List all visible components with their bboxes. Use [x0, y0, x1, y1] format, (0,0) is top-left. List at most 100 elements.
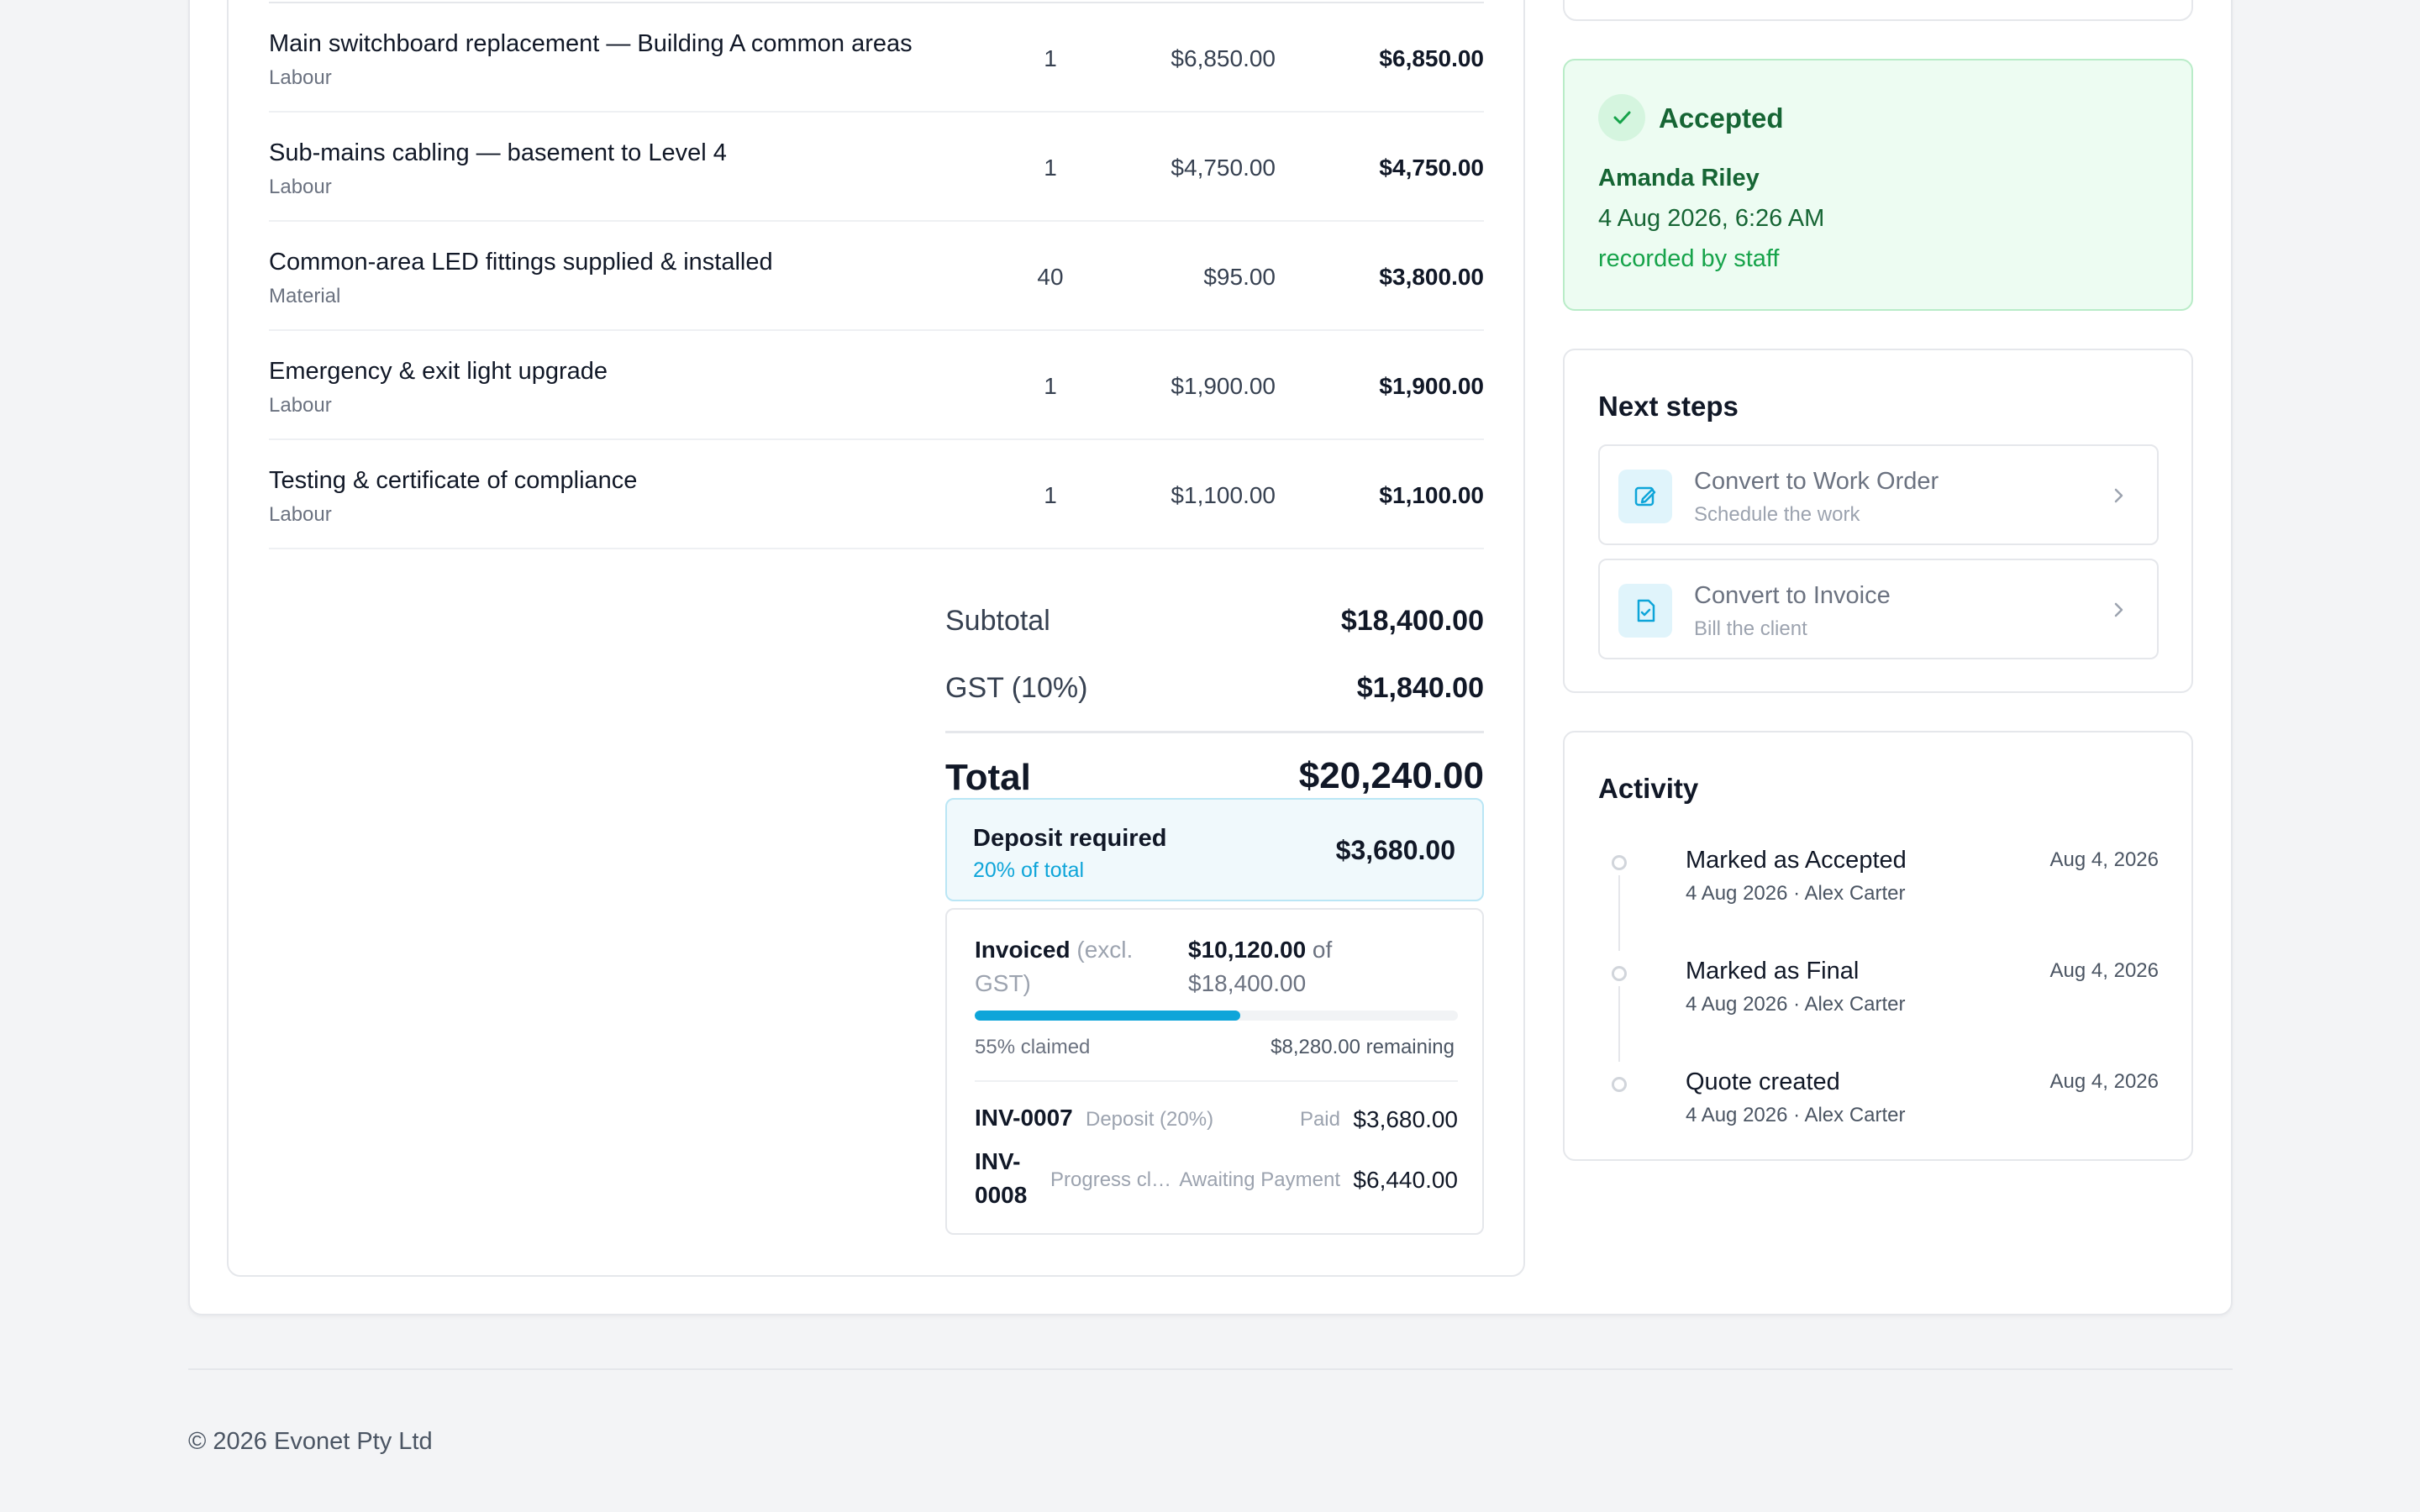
step-title: Convert to Invoice [1694, 582, 1891, 609]
invoice-row[interactable]: INV-0007 Deposit (20%) Paid $3,680.00 [975, 1101, 1458, 1138]
item-qty: 40 [1008, 264, 1361, 291]
accepted-recorded-by: recorded by staff [1598, 245, 1780, 272]
item-type: Labour [269, 176, 332, 198]
chevron-right-icon [2114, 602, 2123, 617]
invoiced-divider [975, 1080, 1458, 1082]
total-label: Total [945, 757, 1031, 798]
table-row: Common-area LED fittings supplied & inst… [269, 222, 1484, 331]
invoice-amount: $3,680.00 [1353, 1106, 1458, 1132]
invoice-desc: Deposit (20%) [1086, 1108, 1214, 1131]
timeline-line [1618, 875, 1620, 951]
activity-item: Quote created 4 Aug 2026 · Alex Carter A… [1598, 1058, 2159, 1169]
subtotal-row: Subtotal $18,400.00 [945, 596, 1484, 664]
gst-label: GST (10%) [945, 672, 1088, 704]
item-qty-value: 1 [1044, 373, 1057, 399]
item-name: Sub-mains cabling — basement to Level 4 [269, 139, 727, 166]
invoiced-claimed-amount: $10,120.00 [1188, 937, 1307, 963]
activity-item-title: Marked as Final [1686, 958, 1860, 984]
invoice-number[interactable]: INV-0007 [975, 1101, 1073, 1135]
subtotal-label: Subtotal [945, 605, 1050, 637]
activity-item-meta: 4 Aug 2026 · Alex Carter [1686, 993, 1906, 1016]
chevron-right-icon [2114, 488, 2123, 503]
item-qty-value: 1 [1044, 155, 1057, 181]
item-name: Main switchboard replacement — Building … [269, 30, 913, 57]
accepted-status-card: Accepted Amanda Riley 4 Aug 2026, 6:26 A… [1563, 59, 2193, 311]
totals-section: Subtotal $18,400.00 GST (10%) $1,840.00 … [945, 596, 1484, 807]
step-subtitle: Schedule the work [1694, 503, 1860, 526]
deposit-box: Deposit required 20% of total $3,680.00 [945, 798, 1484, 901]
activity-item-title: Quote created [1686, 1068, 1840, 1095]
invoice-status: Awaiting Payment [1179, 1168, 1340, 1191]
invoiced-box: Invoiced (excl. GST) $10,120.00 of $18,4… [945, 908, 1484, 1235]
item-total: $6,850.00 [1379, 45, 1484, 71]
claimed-text: 55% claimed [975, 1036, 1091, 1058]
invoice-number[interactable]: INV- 0008 [975, 1145, 1027, 1212]
table-row: Sub-mains cabling — basement to Level 4 … [269, 113, 1484, 222]
item-type: Labour [269, 503, 332, 526]
item-total: $1,100.00 [1379, 482, 1484, 508]
item-total: $3,800.00 [1379, 264, 1484, 290]
table-row: Testing & certificate of compliance Labo… [269, 440, 1484, 549]
activity-item: Marked as Accepted 4 Aug 2026 · Alex Car… [1598, 837, 2159, 951]
item-price: $4,750.00 [1171, 155, 1276, 181]
total-row: Total $20,240.00 [945, 733, 1484, 807]
activity-title: Activity [1598, 773, 1699, 804]
item-total: $1,900.00 [1379, 373, 1484, 399]
item-type: Labour [269, 66, 332, 89]
item-type: Labour [269, 394, 332, 417]
total-value: $20,240.00 [1298, 755, 1484, 796]
deposit-amount: $3,680.00 [1335, 835, 1455, 865]
step-subtitle: Bill the client [1694, 617, 1807, 640]
line-items-table: Main switchboard replacement — Building … [269, 2, 1484, 549]
activity-item-title: Marked as Accepted [1686, 847, 1907, 874]
next-steps-title: Next steps [1598, 391, 1739, 422]
item-name: Testing & certificate of compliance [269, 467, 638, 494]
gst-row: GST (10%) $1,840.00 [945, 664, 1484, 731]
gst-value: $1,840.00 [1356, 672, 1484, 704]
deposit-title: Deposit required [973, 825, 1167, 852]
invoice-number-part: INV- [975, 1148, 1021, 1174]
invoiced-progress-bar [975, 1011, 1458, 1021]
item-name: Common-area LED fittings supplied & inst… [269, 249, 773, 276]
item-name: Emergency & exit light upgrade [269, 358, 608, 385]
table-row: Emergency & exit light upgrade Labour 1 … [269, 331, 1484, 440]
timeline-line [1618, 986, 1620, 1062]
activity-item-date: Aug 4, 2026 [2049, 959, 2159, 982]
invoice-row[interactable]: INV- 0008 Progress cl… Awaiting Payment … [975, 1145, 1458, 1215]
invoiced-progress-fill [975, 1011, 1241, 1021]
item-price: $1,900.00 [1171, 373, 1276, 399]
invoiced-of-amount: $18,400.00 [1188, 970, 1307, 996]
invoice-status: Paid [1299, 1108, 1340, 1131]
item-total: $4,750.00 [1379, 155, 1484, 181]
timeline-dot [1612, 1077, 1627, 1092]
edit-icon [1618, 470, 1672, 523]
footer-copyright: © 2026 Evonet Pty Ltd [188, 1428, 433, 1455]
item-price: $95.00 [1203, 264, 1276, 290]
convert-to-work-order-button[interactable]: Convert to Work Order Schedule the work [1598, 444, 2159, 545]
step-title: Convert to Work Order [1694, 468, 1939, 495]
remaining-text: $8,280.00 remaining [1270, 1036, 1455, 1058]
activity-item-date: Aug 4, 2026 [2049, 1070, 2159, 1093]
table-row: Main switchboard replacement — Building … [269, 3, 1484, 113]
side-card-top [1563, 0, 2193, 21]
item-qty-value: 1 [1044, 482, 1057, 508]
deposit-subtitle: 20% of total [973, 858, 1085, 882]
accepted-by-name: Amanda Riley [1598, 165, 1760, 192]
accepted-title: Accepted [1659, 102, 1784, 134]
timeline-dot [1612, 966, 1627, 981]
convert-to-invoice-button[interactable]: Convert to Invoice Bill the client [1598, 559, 2159, 659]
subtotal-value: $18,400.00 [1340, 605, 1484, 637]
activity-item-meta: 4 Aug 2026 · Alex Carter [1686, 1104, 1906, 1126]
item-type: Material [269, 285, 341, 307]
item-qty-value: 40 [1037, 264, 1064, 290]
activity-card: Activity Marked as Accepted 4 Aug 2026 ·… [1563, 731, 2193, 1161]
item-price: $6,850.00 [1171, 45, 1276, 71]
timeline-dot [1612, 855, 1627, 870]
invoiced-amount: $10,120.00 of $18,400.00 [1188, 933, 1440, 1000]
invoiced-label-text: Invoiced [975, 937, 1071, 963]
next-steps-card: Next steps Convert to Work Order Schedul… [1563, 349, 2193, 693]
item-qty-value: 1 [1044, 45, 1057, 71]
invoice-desc: Progress cl… [1050, 1168, 1172, 1191]
invoice-icon [1618, 584, 1672, 638]
item-price: $1,100.00 [1171, 482, 1276, 508]
